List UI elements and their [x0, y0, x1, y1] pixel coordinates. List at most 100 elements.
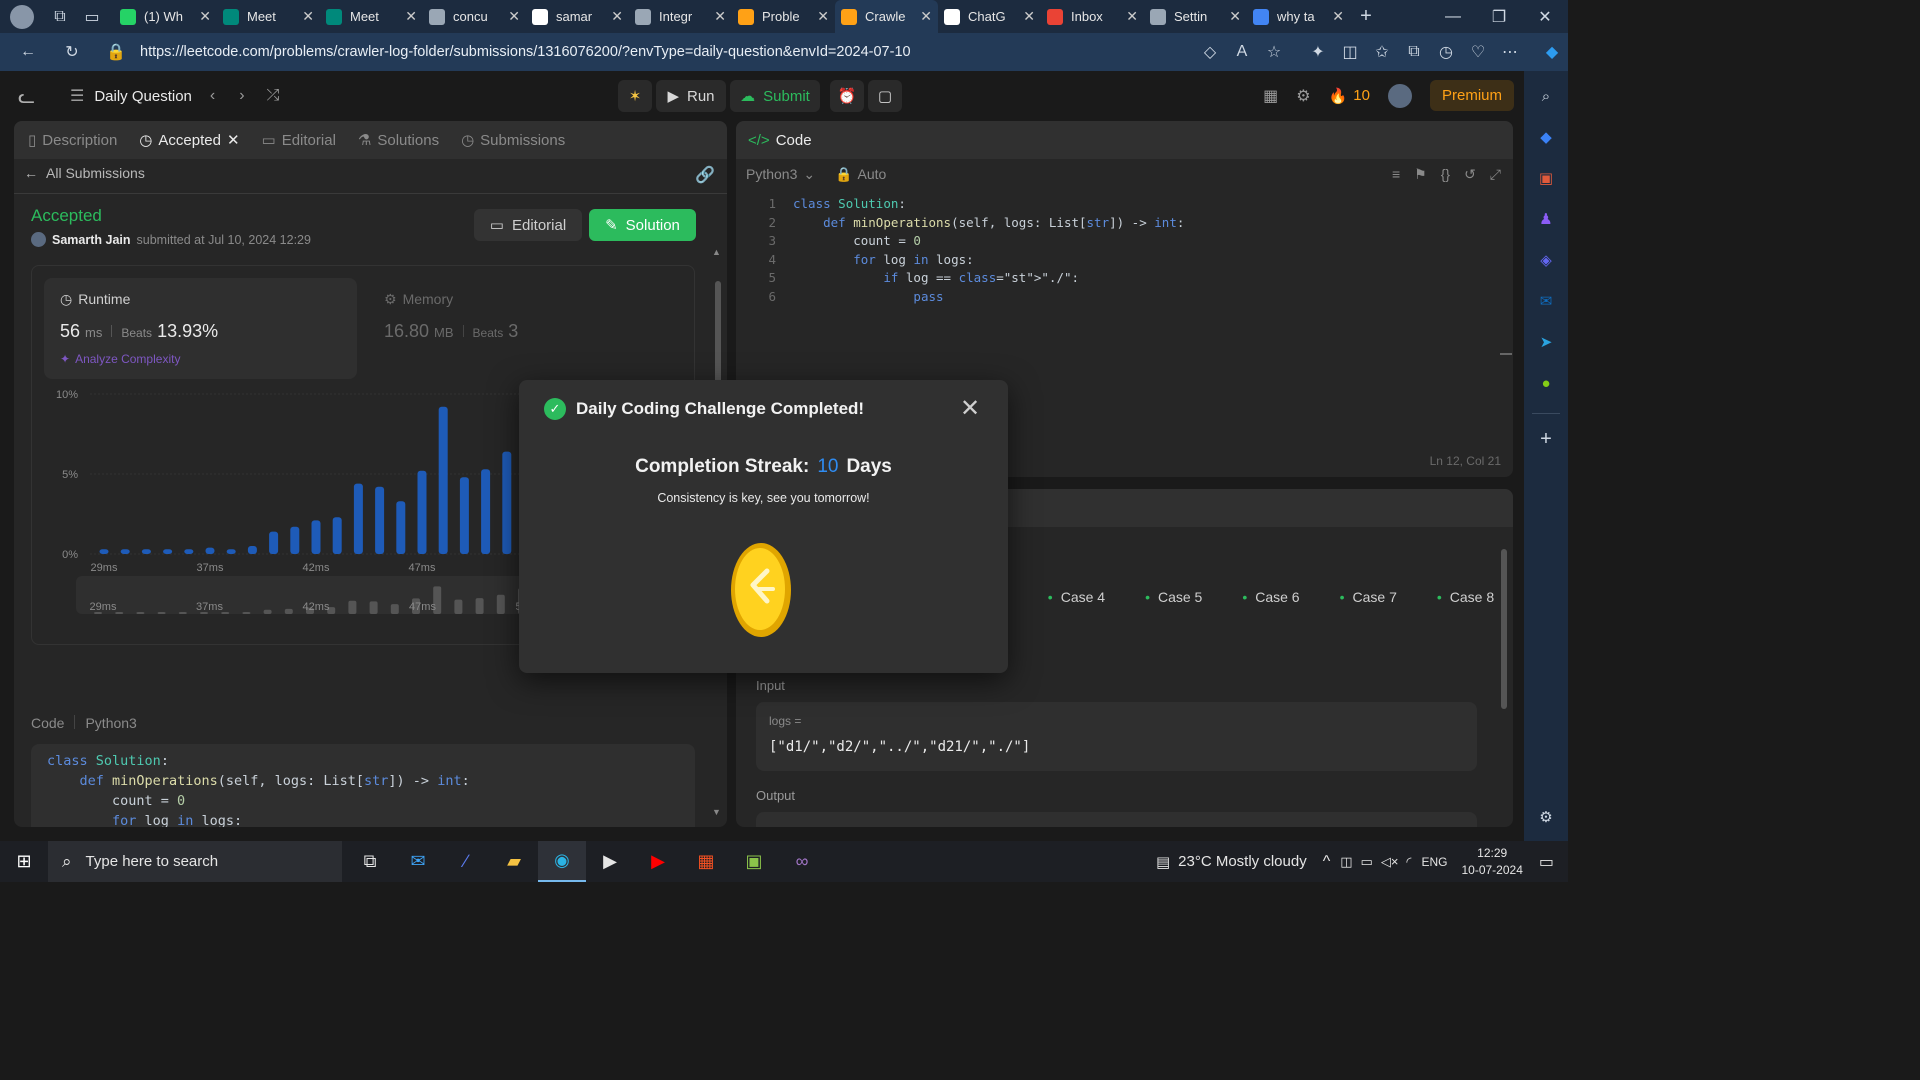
- browser-tab[interactable]: Settin ✕: [1144, 0, 1247, 33]
- telegram-icon[interactable]: ➤: [1530, 326, 1562, 358]
- case-tab[interactable]: • Case 6: [1242, 589, 1299, 605]
- chart-bar[interactable]: [290, 526, 300, 554]
- profile-avatar[interactable]: [0, 1, 44, 33]
- mail-app-icon[interactable]: ✉: [394, 841, 442, 882]
- battery-icon[interactable]: ▭: [1361, 854, 1373, 870]
- notes-icon[interactable]: ▢: [868, 80, 902, 112]
- media-player-icon[interactable]: ▶: [586, 841, 634, 882]
- tab-accepted[interactable]: ◷ Accepted ✕: [139, 131, 239, 150]
- analyze-complexity-link[interactable]: ✦ Analyze Complexity: [60, 352, 180, 366]
- tools-icon[interactable]: ▣: [1530, 162, 1562, 194]
- browser-tab[interactable]: concu ✕: [423, 0, 526, 33]
- read-aloud-icon[interactable]: A: [1226, 36, 1258, 68]
- browser-tab[interactable]: Proble ✕: [732, 0, 835, 33]
- minimize-button[interactable]: —: [1430, 1, 1476, 33]
- shopping-tag-icon[interactable]: ◆: [1530, 121, 1562, 153]
- code-tab-label[interactable]: Code: [776, 132, 812, 149]
- youtube-icon[interactable]: ▶: [634, 841, 682, 882]
- browser-tab[interactable]: Meet ✕: [217, 0, 320, 33]
- games-icon[interactable]: ♟: [1530, 203, 1562, 235]
- split-screen-icon[interactable]: ◫: [1334, 36, 1366, 68]
- chart-bar[interactable]: [205, 547, 215, 554]
- windows-start-icon[interactable]: ⊞: [0, 841, 48, 882]
- volume-muted-icon[interactable]: ◁×: [1381, 854, 1399, 870]
- copilot-icon[interactable]: ◆: [1536, 36, 1568, 68]
- history-icon[interactable]: ◷: [1430, 36, 1462, 68]
- refresh-icon[interactable]: ↻: [56, 36, 88, 68]
- case-tab[interactable]: • Case 4: [1048, 589, 1105, 605]
- premium-button[interactable]: Premium: [1429, 80, 1514, 111]
- chart-bar[interactable]: [417, 470, 427, 554]
- next-question-icon[interactable]: ›: [239, 87, 244, 105]
- chart-bar[interactable]: [120, 549, 130, 554]
- all-submissions-link[interactable]: ← All Submissions: [24, 165, 145, 181]
- more-menu-icon[interactable]: ⋯: [1494, 36, 1526, 68]
- user-avatar[interactable]: [1387, 83, 1412, 108]
- daily-question-label[interactable]: Daily Question: [94, 88, 192, 105]
- format-icon[interactable]: ≡: [1392, 166, 1400, 183]
- network-icon[interactable]: ◫: [1340, 854, 1352, 870]
- browser-tab[interactable]: samar ✕: [526, 0, 629, 33]
- clock[interactable]: 12:29 10-07-2024: [1461, 845, 1522, 879]
- android-studio-icon[interactable]: ▣: [730, 841, 778, 882]
- close-tab-icon[interactable]: ✕: [1229, 8, 1241, 25]
- chart-bar[interactable]: [226, 549, 236, 554]
- close-tab-icon[interactable]: ✕: [611, 8, 623, 25]
- taskbar-search[interactable]: ⌕ Type here to search: [48, 841, 342, 882]
- browser-tab[interactable]: Meet ✕: [320, 0, 423, 33]
- chart-bar[interactable]: [502, 451, 512, 554]
- case-tab[interactable]: • Case 5: [1145, 589, 1202, 605]
- memory-box[interactable]: ⚙ Memory 16.80 MB Beats 3: [372, 278, 682, 379]
- weather-widget[interactable]: ▤ 23°C Mostly cloudy: [1156, 853, 1307, 871]
- close-tab-icon[interactable]: ✕: [714, 8, 726, 25]
- close-tab-icon[interactable]: ✕: [1023, 8, 1035, 25]
- chart-bar[interactable]: [353, 483, 363, 554]
- close-window-button[interactable]: ✕: [1522, 1, 1568, 33]
- streak-counter[interactable]: 🔥 10: [1329, 87, 1370, 105]
- chart-bar[interactable]: [438, 406, 448, 554]
- browser-tab[interactable]: (1) Wh ✕: [114, 0, 217, 33]
- close-icon[interactable]: ✕: [960, 394, 980, 423]
- bookmark-icon[interactable]: ⚑: [1414, 166, 1427, 183]
- run-button[interactable]: ▶ Run: [656, 80, 726, 112]
- file-explorer-icon[interactable]: ▰: [490, 841, 538, 882]
- chart-bar[interactable]: [375, 486, 385, 554]
- maximize-button[interactable]: ❐: [1476, 1, 1522, 33]
- debug-icon[interactable]: ✶: [618, 80, 652, 112]
- close-tab-icon[interactable]: ✕: [302, 8, 314, 25]
- favorite-star-icon[interactable]: ☆: [1258, 36, 1290, 68]
- language-select[interactable]: Python3 ⌄: [746, 166, 815, 183]
- input-box[interactable]: logs = ["d1/","d2/","../","d21/","./"]: [756, 702, 1477, 771]
- tab-editorial[interactable]: ▭ Editorial: [262, 131, 336, 150]
- chart-bar[interactable]: [311, 520, 321, 554]
- submitter-name[interactable]: Samarth Jain: [52, 233, 131, 247]
- fullscreen-icon[interactable]: ⤢: [1490, 166, 1501, 183]
- copilot-sidebar-icon[interactable]: ◈: [1530, 244, 1562, 276]
- braces-icon[interactable]: {}: [1441, 166, 1450, 183]
- search-icon[interactable]: ⌕: [1530, 80, 1562, 112]
- notifications-icon[interactable]: ▭: [1539, 852, 1554, 872]
- chart-bar[interactable]: [396, 501, 406, 554]
- tab-description[interactable]: ▯ Description: [28, 131, 117, 150]
- layout-icon[interactable]: ▦: [1263, 86, 1278, 106]
- chart-bar[interactable]: [247, 546, 257, 554]
- outlook-icon[interactable]: ✉: [1530, 285, 1562, 317]
- input-language[interactable]: ENG: [1421, 855, 1447, 869]
- chart-bar[interactable]: [332, 517, 342, 554]
- timer-icon[interactable]: ⏰: [830, 80, 864, 112]
- browser-tab[interactable]: Integr ✕: [629, 0, 732, 33]
- browser-tab[interactable]: Crawle ✕: [835, 0, 938, 33]
- back-icon[interactable]: ←: [12, 36, 44, 68]
- tracking-icon[interactable]: ◇: [1194, 36, 1226, 68]
- reset-icon[interactable]: ↺: [1464, 166, 1476, 183]
- tab-solutions[interactable]: ⚗ Solutions: [358, 131, 439, 150]
- tab-actions-icon[interactable]: ▭: [76, 1, 108, 33]
- scroll-down-icon[interactable]: ▼: [712, 807, 721, 817]
- case-tab[interactable]: • Case 8: [1437, 589, 1494, 605]
- new-tab-button[interactable]: +: [1350, 1, 1382, 33]
- settings-icon[interactable]: ⚙: [1296, 86, 1310, 106]
- edge-browser-icon[interactable]: ◉: [538, 841, 586, 882]
- chart-bar[interactable]: [481, 469, 491, 554]
- problem-list-icon[interactable]: ☰: [70, 86, 84, 106]
- collections-icon[interactable]: ⧉: [1398, 36, 1430, 68]
